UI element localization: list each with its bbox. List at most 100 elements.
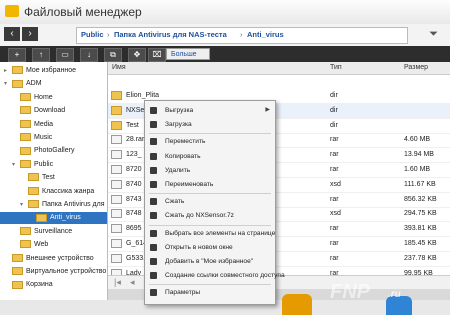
sidebar-item-label: Корзина <box>26 281 53 289</box>
context-menu-item[interactable]: Загрузка <box>145 118 275 131</box>
compress-icon <box>150 198 157 206</box>
breadcrumb-item[interactable]: Папка Antivirus для NAS-теста <box>114 30 227 39</box>
file-type: rar <box>330 151 339 159</box>
context-menu-item[interactable]: Выгрузка ▶ <box>145 104 275 117</box>
download-button[interactable]: ↓ <box>80 48 98 62</box>
folder-app-icon <box>5 5 19 17</box>
back-button[interactable]: ‹ <box>4 27 20 41</box>
sidebar-item[interactable]: Test <box>0 172 107 184</box>
breadcrumb-item[interactable]: Public <box>81 30 104 39</box>
sidebar-item[interactable]: ▾ Папка Antivirus для <box>0 199 107 211</box>
move-icon <box>150 138 157 146</box>
file-list-header: Имя Тип Размер <box>108 62 450 75</box>
file-name: 8695 <box>126 225 142 233</box>
navigation-bar: ‹ › Public › Папка Antivirus для NAS-тес… <box>0 24 450 47</box>
file-size: 294.75 KB <box>404 210 437 218</box>
file-size: 1.60 MB <box>404 166 431 173</box>
context-menu-item[interactable]: Сжать до NXSensor.7z <box>145 209 275 222</box>
rename-icon <box>150 181 157 188</box>
watermark-suffix: .ru <box>388 289 401 300</box>
sidebar-item-label: Test <box>42 174 55 182</box>
column-name[interactable]: Имя <box>112 64 126 71</box>
copy-button[interactable]: ⧉ <box>104 48 122 62</box>
file-name: 8740 <box>126 180 142 188</box>
filter-icon[interactable]: ⏷ <box>429 28 438 41</box>
expand-toggle-icon[interactable]: ▸ <box>4 65 12 77</box>
sidebar-item-label: Внешнее устройство <box>26 254 94 262</box>
delete-button[interactable]: ⌧ <box>148 48 166 62</box>
more-button[interactable]: Больше <box>166 48 210 60</box>
sidebar-item-label: Surveillance <box>34 227 73 235</box>
sidebar-item[interactable]: Web <box>0 239 107 251</box>
folder-icon <box>20 92 31 101</box>
sidebar-item[interactable]: ▾ Public <box>0 159 107 171</box>
file-size: 4.60 MB <box>404 136 431 144</box>
sidebar-item[interactable]: Download <box>0 105 107 117</box>
menu-separator <box>149 284 271 286</box>
context-menu-item[interactable]: Удалить <box>145 164 275 177</box>
copy-icon <box>150 152 157 160</box>
sidebar-item-label: Download <box>34 107 66 115</box>
file-icon <box>111 165 122 174</box>
new-folder-button[interactable]: + <box>8 48 26 62</box>
context-menu-item[interactable]: Открыть в новом окне <box>145 241 275 254</box>
forward-button[interactable]: › <box>22 27 38 41</box>
sidebar-item-label: Anti_virus <box>50 214 81 222</box>
sidebar-item[interactable]: Anti_virus <box>0 212 107 225</box>
folder-button[interactable]: ▭ <box>56 48 74 62</box>
column-type[interactable]: Тип <box>330 64 342 71</box>
context-menu-item[interactable]: Сжать <box>145 195 275 208</box>
context-menu-item[interactable]: Переместить <box>145 135 275 148</box>
first-page-icon[interactable]: |◂ <box>114 277 121 288</box>
file-size: 13.94 MB <box>404 151 434 159</box>
file-type: xsd <box>330 210 341 218</box>
folder-icon <box>36 213 47 222</box>
sidebar-item[interactable]: PhotoGallery <box>0 145 107 157</box>
upload-button[interactable]: ↑ <box>32 48 50 62</box>
file-name: 123_ <box>126 151 142 159</box>
context-menu-label: Удалить <box>165 166 191 174</box>
sidebar-item[interactable]: ▸ Мое избранное <box>0 65 107 77</box>
context-menu-item[interactable]: Выбрать все элементы на странице <box>145 227 275 240</box>
sidebar-item[interactable]: Внешнее устройство <box>0 253 107 265</box>
breadcrumb-item[interactable]: Anti_virus <box>247 30 284 39</box>
context-menu-item[interactable]: Параметры <box>145 286 275 299</box>
submenu-arrow-icon: ▶ <box>265 107 270 113</box>
sidebar-item[interactable]: Media <box>0 119 107 131</box>
star-icon <box>150 258 157 265</box>
sidebar-item[interactable]: Корзина <box>0 279 107 291</box>
expand-toggle-icon[interactable]: ▾ <box>12 159 20 171</box>
watermark-logo: FNP <box>330 281 370 303</box>
folder-icon <box>20 146 31 155</box>
context-menu: Выгрузка ▶ Загрузка Переместить Копировать Уд… <box>144 100 285 305</box>
file-type: rar <box>330 136 339 144</box>
download-icon <box>150 121 157 129</box>
sidebar-item[interactable]: ▾ ADM <box>0 78 107 90</box>
sidebar-item[interactable]: Виртуальное устройство <box>0 266 107 278</box>
previous-page-icon[interactable]: ◂ <box>130 277 135 288</box>
move-button[interactable]: ✥ <box>128 48 146 62</box>
sidebar-item[interactable]: Surveillance <box>0 226 107 238</box>
expand-toggle-icon[interactable]: ▾ <box>4 78 12 90</box>
context-menu-label: Сжать до NXSensor.7z <box>165 212 234 220</box>
dock-app-icon[interactable] <box>282 294 312 315</box>
expand-toggle-icon[interactable]: ▾ <box>20 199 28 211</box>
sidebar-item[interactable]: Классика жанра <box>0 186 107 198</box>
column-size[interactable]: Размер <box>404 64 428 71</box>
sidebar-item[interactable]: Home <box>0 92 107 104</box>
sidebar-item[interactable]: Music <box>0 132 107 144</box>
file-icon <box>111 253 122 263</box>
select-all-icon <box>150 229 157 237</box>
context-menu-item[interactable]: Добавить в "Мое избранное" <box>145 255 275 268</box>
file-icon <box>111 179 122 189</box>
context-menu-item[interactable]: Создание ссылки совместного доступа <box>145 269 285 282</box>
sidebar-item-label: Web <box>34 241 49 249</box>
context-menu-item[interactable]: Переименовать <box>145 178 275 191</box>
sidebar-item-label: Классика жанра <box>42 187 95 195</box>
file-name: G533. <box>126 254 146 262</box>
context-menu-item[interactable]: Копировать <box>145 150 275 163</box>
folder-icon <box>111 91 122 100</box>
context-menu-label: Выгрузка <box>165 107 194 114</box>
folder-icon <box>20 133 31 142</box>
folder-icon <box>20 240 31 249</box>
